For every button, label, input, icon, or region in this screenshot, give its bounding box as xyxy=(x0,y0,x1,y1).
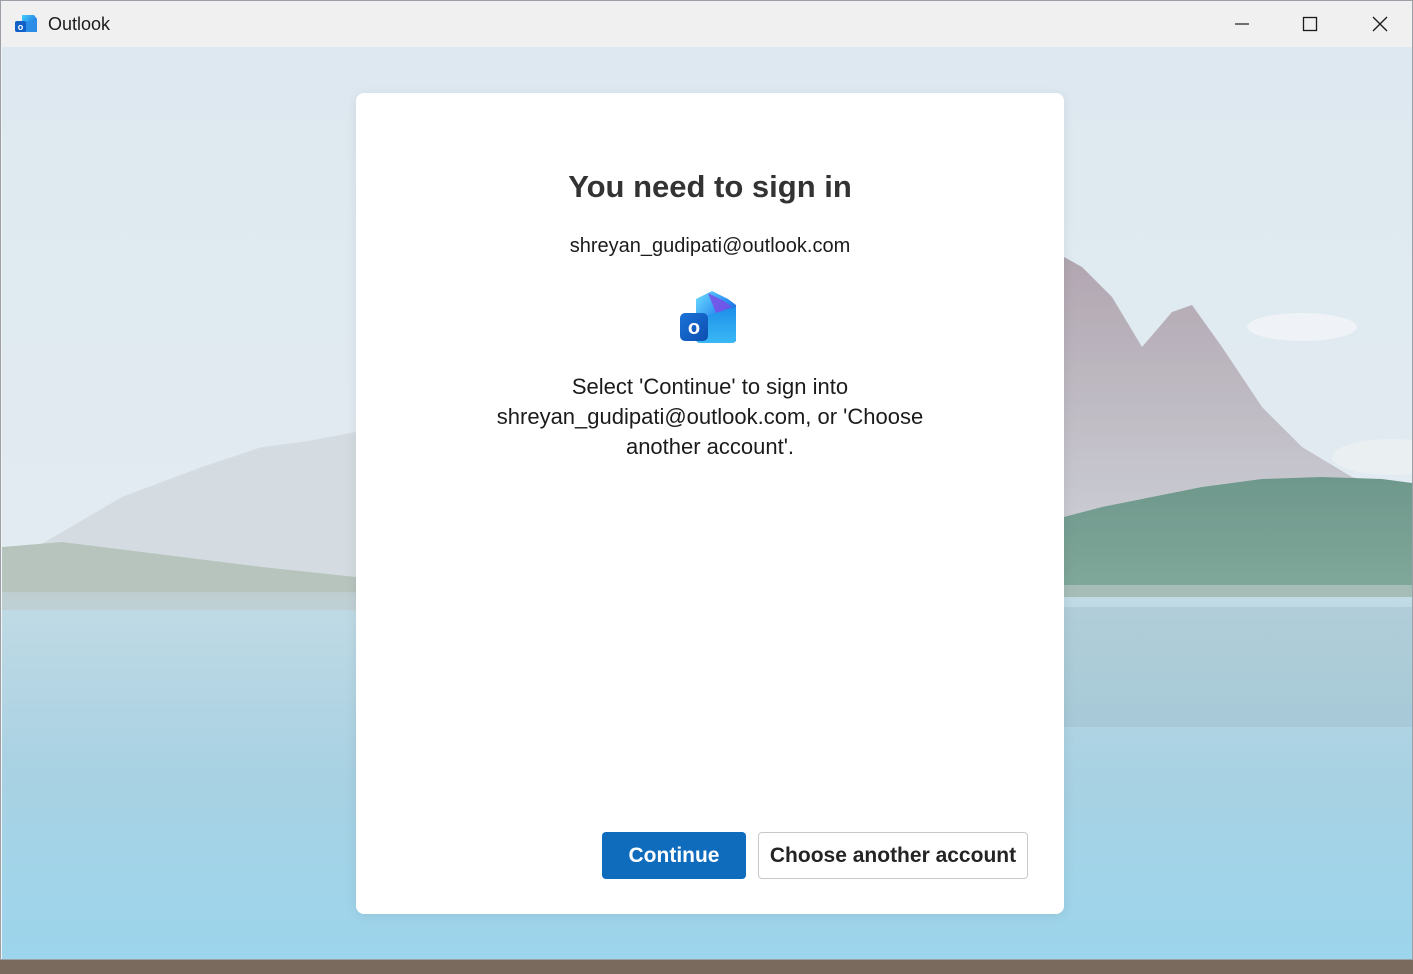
choose-another-account-button[interactable]: Choose another account xyxy=(758,832,1028,879)
svg-text:o: o xyxy=(18,22,24,32)
outlook-app-icon: o xyxy=(15,15,37,32)
svg-text:o: o xyxy=(688,317,700,339)
title-bar[interactable]: o Outlook xyxy=(1,1,1412,47)
outlook-window: o Outlook You need to sign in shreyan_gu… xyxy=(0,0,1413,960)
minimize-button[interactable] xyxy=(1207,1,1277,47)
account-email: shreyan_gudipati@outlook.com xyxy=(569,235,851,257)
close-button[interactable] xyxy=(1345,1,1412,47)
close-icon xyxy=(1372,16,1388,32)
desktop-strip xyxy=(0,960,1413,974)
continue-button[interactable]: Continue xyxy=(602,832,746,879)
window-title: Outlook xyxy=(48,14,111,34)
maximize-icon xyxy=(1302,16,1318,32)
maximize-button[interactable] xyxy=(1275,1,1345,47)
main-content: You need to sign in shreyan_gudipati@out… xyxy=(2,47,1412,959)
dialog-message: Select 'Continue' to sign into shreyan_g… xyxy=(496,374,924,459)
outlook-logo-icon: o xyxy=(680,291,736,343)
dialog-title: You need to sign in xyxy=(568,169,852,204)
sign-in-dialog: You need to sign in shreyan_gudipati@out… xyxy=(356,93,1064,914)
minimize-icon xyxy=(1235,23,1249,25)
